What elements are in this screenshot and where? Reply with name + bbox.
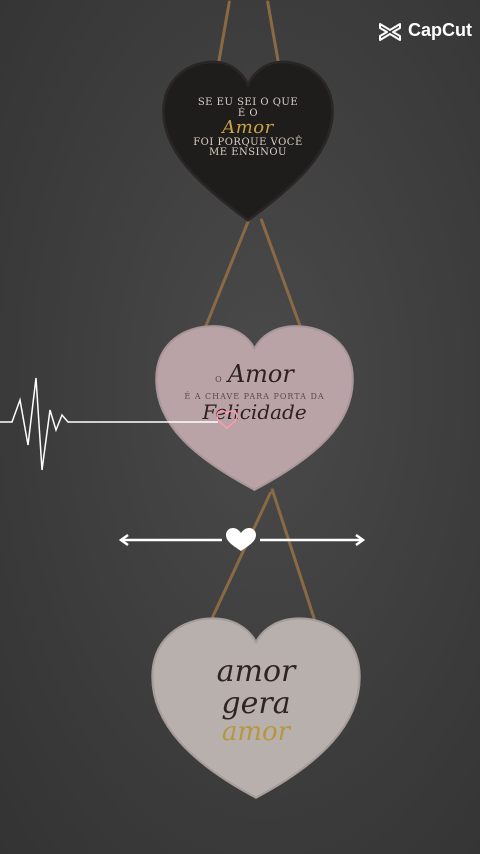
rope <box>202 218 251 332</box>
heart-text-line: ME ENSINOU <box>209 147 287 159</box>
heart-sign-bottom: amor gera amor <box>148 612 364 802</box>
heartbeat-line-icon <box>0 377 238 471</box>
video-frame: SE EU SEI O QUE É O Amor FOI PORQUE VOCÊ… <box>0 0 480 854</box>
heart-sign-top: SE EU SEI O QUE É O Amor FOI PORQUE VOCÊ… <box>160 58 336 226</box>
heart-text-line: gera <box>221 685 291 721</box>
heart-highlight: Amor <box>222 117 274 138</box>
heart-highlight: amor <box>221 717 291 747</box>
rope <box>210 490 273 620</box>
rope <box>270 487 317 623</box>
heart-text-line: SE EU SEI O QUE <box>197 97 299 108</box>
capcut-logo-icon <box>379 22 401 41</box>
heart-text-line: amor <box>216 654 296 689</box>
heart-divider-icon <box>118 528 366 551</box>
capcut-brand-label: CapCut <box>408 20 472 40</box>
rope <box>259 218 304 332</box>
capcut-watermark: CapCut <box>378 20 472 41</box>
